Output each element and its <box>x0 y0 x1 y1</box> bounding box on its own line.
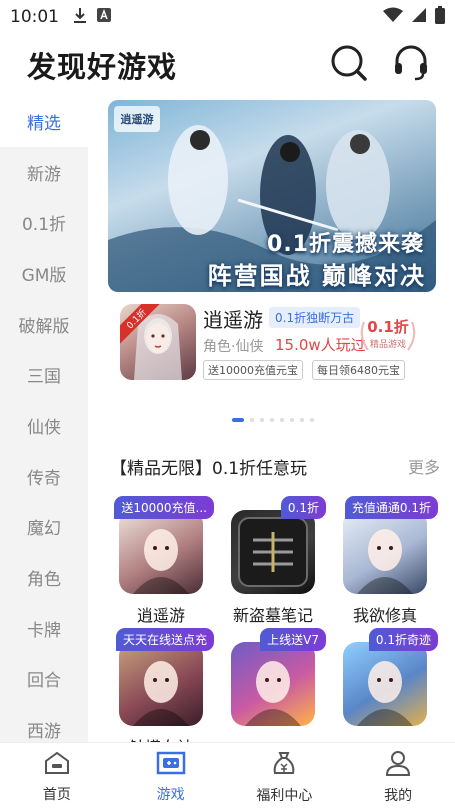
game-card[interactable]: 充值通通0.1折我欲修真 <box>332 496 442 636</box>
cellular-icon <box>411 7 427 28</box>
sidebar-category[interactable]: 新游 <box>0 147 88 198</box>
status-right-icons <box>383 5 445 29</box>
carousel-dot[interactable] <box>232 418 244 422</box>
sidebar-category[interactable]: 三国 <box>0 349 88 400</box>
money-bag-icon <box>271 749 297 781</box>
sidebar-category[interactable]: 精选 <box>0 96 88 147</box>
category-sidebar: 精选 新游 0.1折 GM版 破解版 三国 仙侠 传奇 魔幻 角色 卡牌 回合 西游 <box>0 96 88 742</box>
sidebar-category[interactable]: 角色 <box>0 552 88 603</box>
sidebar-category[interactable]: 回合 <box>0 654 88 705</box>
game-icon <box>119 642 203 726</box>
status-bar: 10:01 <box>0 0 455 34</box>
carousel-dot[interactable] <box>250 418 254 422</box>
tab-gamepad[interactable]: 游戏 <box>114 743 228 810</box>
page-title: 发现好游戏 <box>27 50 178 84</box>
game-badge: 0.1折 <box>280 496 326 519</box>
game-name: 触摸女神 <box>108 734 214 742</box>
carousel-dot[interactable] <box>310 418 314 422</box>
sidebar-category[interactable]: 西游 <box>0 704 88 742</box>
game-badge: 天天在线送点充 <box>115 628 214 651</box>
game-card[interactable]: 天天在线送点充触摸女神 <box>108 628 218 742</box>
discount-seal: 0.1折 精品游戏 <box>356 316 420 356</box>
sidebar-category[interactable]: GM版 <box>0 248 88 299</box>
carousel-indicator <box>232 418 314 422</box>
wifi-icon <box>383 7 403 28</box>
featured-tag: 送10000充值元宝 <box>203 360 303 380</box>
status-time: 10:01 <box>10 7 59 27</box>
sidebar-category[interactable]: 传奇 <box>0 451 88 502</box>
bottom-tab-bar: 首页 游戏 福利中心 我的 <box>0 742 455 810</box>
sidebar-category[interactable]: 仙侠 <box>0 400 88 451</box>
carousel-dot[interactable] <box>280 418 284 422</box>
tab-money-bag[interactable]: 福利中心 <box>228 743 342 810</box>
status-left-icons <box>73 7 111 28</box>
headset-icon <box>393 44 429 86</box>
user-icon <box>384 749 412 781</box>
tab-label: 我的 <box>384 787 413 804</box>
game-icon <box>343 642 427 726</box>
tab-home[interactable]: 首页 <box>0 743 114 810</box>
customer-service-button[interactable] <box>391 45 431 85</box>
game-icon <box>231 642 315 726</box>
seal-discount: 0.1折 <box>367 318 409 336</box>
game-badge: 上线送V7 <box>260 628 326 651</box>
featured-game-card[interactable]: 0.1折 逍遥游 0.1折独断万古 角色·仙侠 15.0w人玩过 送10000充… <box>120 304 436 384</box>
home-icon <box>43 750 71 780</box>
sidebar-category[interactable]: 卡牌 <box>0 603 88 654</box>
download-icon <box>73 7 87 28</box>
game-badge: 送10000充值... <box>114 496 214 519</box>
search-icon <box>330 44 368 86</box>
game-icon <box>231 510 315 594</box>
battery-icon <box>435 5 445 29</box>
sidebar-category[interactable]: 破解版 <box>0 299 88 350</box>
banner-headline: 0.1折震撼来袭 <box>267 232 424 257</box>
game-icon <box>343 510 427 594</box>
game-badge: 0.1折奇迹 <box>368 628 438 651</box>
banner-subheadline: 阵营国战 巅峰对决 <box>207 262 426 290</box>
featured-tag: 每日领6480元宝 <box>312 360 405 380</box>
tab-label: 首页 <box>42 786 71 803</box>
featured-genre: 角色·仙侠 <box>203 339 264 355</box>
game-card[interactable]: 0.1折新盗墓笔记 <box>220 496 330 636</box>
carousel-dot[interactable] <box>300 418 304 422</box>
game-card[interactable]: 上线送V7 <box>220 628 330 742</box>
game-icon <box>119 510 203 594</box>
game-card[interactable]: 送10000充值... 逍遥游 <box>108 496 218 636</box>
app-header: 发现好游戏 <box>0 34 455 96</box>
sidebar-category[interactable]: 0.1折 <box>0 197 88 248</box>
featured-promo-chip: 0.1折独断万古 <box>269 307 361 328</box>
featured-game-icon: 0.1折 <box>120 304 196 380</box>
featured-game-name: 逍遥游 <box>203 308 263 332</box>
featured-banner[interactable]: 逍遥游 0.1折震撼来袭 阵营国战 巅峰对决 <box>108 100 436 292</box>
search-button[interactable] <box>329 45 369 85</box>
header-actions <box>329 45 431 85</box>
featured-players-count: 15.0w人玩过 <box>275 336 366 354</box>
tab-user[interactable]: 我的 <box>341 743 455 810</box>
tab-label: 福利中心 <box>256 787 313 804</box>
more-link[interactable]: 更多 <box>408 454 440 478</box>
main-content: 逍遥游 0.1折震撼来袭 阵营国战 巅峰对决 0.1折 逍遥游 0.1折独断万古… <box>88 96 455 742</box>
section-header: 【精品无限】0.1折任意玩 更多 <box>110 451 440 481</box>
game-name: 我欲修真 <box>352 606 417 625</box>
carousel-dot[interactable] <box>260 418 264 422</box>
gamepad-icon <box>156 750 186 780</box>
carousel-dot[interactable] <box>270 418 274 422</box>
carousel-dot[interactable] <box>290 418 294 422</box>
game-badge: 充值通通0.1折 <box>344 496 438 519</box>
game-name: 新盗墓笔记 <box>232 606 313 625</box>
seal-label: 精品游戏 <box>369 340 406 350</box>
section-title: 【精品无限】0.1折任意玩 <box>110 458 308 479</box>
tab-label: 游戏 <box>156 786 185 803</box>
sidebar-category[interactable]: 魔幻 <box>0 502 88 553</box>
game-name: 逍遥游 <box>136 606 185 625</box>
game-card[interactable]: 0.1折奇迹 <box>332 628 442 742</box>
a-icon <box>97 7 111 27</box>
